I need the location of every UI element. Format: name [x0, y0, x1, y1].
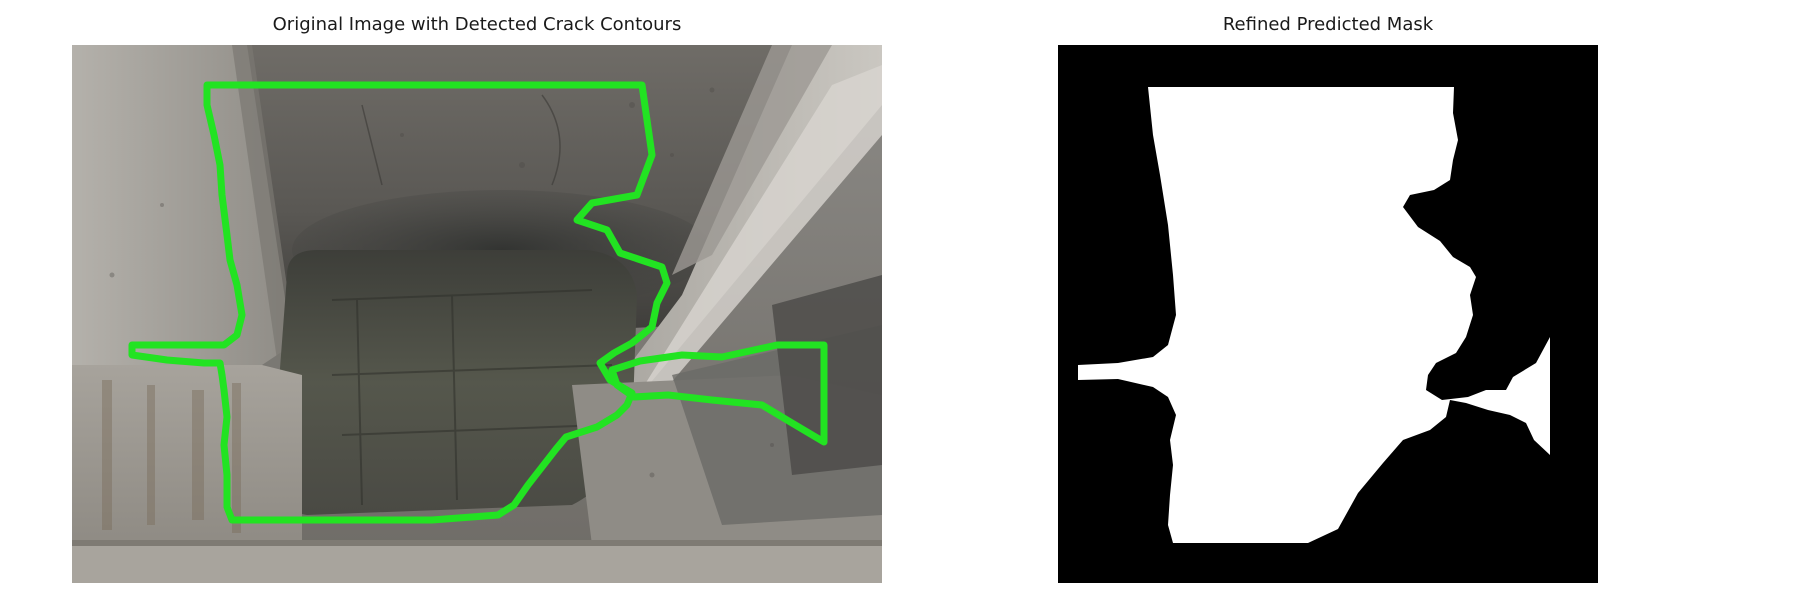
left-panel-title: Original Image with Detected Crack Conto… — [272, 14, 682, 35]
original-image — [72, 45, 882, 583]
right-panel-title: Refined Predicted Mask — [1222, 14, 1434, 35]
predicted-mask-panel — [1058, 45, 1598, 583]
predicted-mask — [1058, 45, 1598, 583]
original-image-panel — [72, 45, 882, 583]
figure: Original Image with Detected Crack Conto… — [0, 0, 1802, 601]
